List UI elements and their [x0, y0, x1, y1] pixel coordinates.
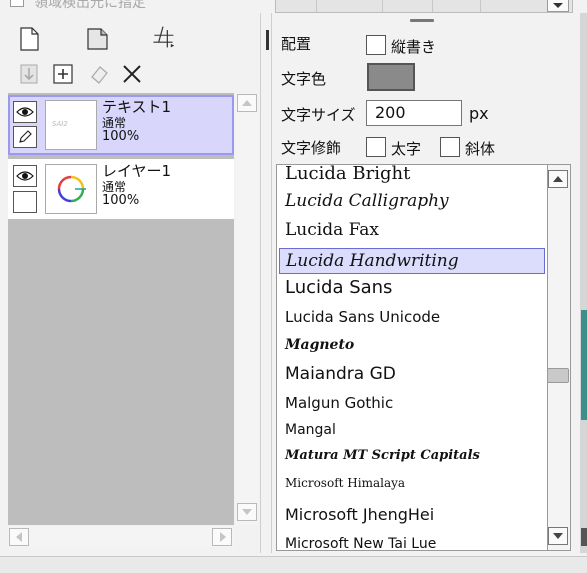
layer-visibility-toggle[interactable]: [13, 101, 37, 123]
placement-label: 配置: [281, 35, 312, 53]
font-item[interactable]: Lucida Sans Unicode: [279, 308, 545, 330]
vertical-writing-checkbox[interactable]: [366, 35, 386, 55]
layer-edit-toggle[interactable]: [13, 191, 37, 213]
text-color-label: 文字色: [281, 70, 327, 88]
scroll-right-button[interactable]: [212, 528, 232, 546]
color-wheel-thumbnail: [57, 175, 86, 203]
eye-icon: [16, 107, 34, 117]
selection-source-label: 領域検出元に指定: [34, 0, 146, 11]
layer-opacity: 100%: [102, 193, 140, 208]
font-item-selected[interactable]: Lucida Handwriting: [279, 248, 545, 274]
font-item[interactable]: Lucida Sans: [279, 277, 545, 303]
new-layer-icon[interactable]: [16, 27, 42, 51]
layer-name: レイヤー1: [102, 162, 172, 180]
font-list-scroll-thumb[interactable]: [547, 368, 569, 383]
clear-layer-icon[interactable]: [86, 62, 112, 86]
chevron-down-icon: [553, 3, 563, 8]
eye-icon: [16, 171, 34, 181]
bold-label: 太字: [391, 140, 422, 158]
font-item[interactable]: Maiandra GD: [279, 364, 545, 388]
layer-thumbnail: [45, 164, 97, 214]
panel-divider: [260, 13, 261, 553]
layer-list: SAI2 テキスト1 通常 100% レイヤー1 通常 100%: [8, 93, 234, 525]
vector-layer-icon[interactable]: [150, 25, 176, 49]
bottom-status-bar: [0, 556, 587, 573]
new-layer-set-icon[interactable]: [85, 27, 111, 51]
top-dropdown-button[interactable]: [547, 0, 569, 12]
italic-label: 斜体: [465, 140, 496, 158]
scroll-up-button[interactable]: [548, 170, 568, 188]
text-decoration-label: 文字修飾: [281, 139, 342, 157]
text-size-unit: px: [469, 104, 489, 123]
scroll-up-button[interactable]: [237, 94, 257, 112]
font-item[interactable]: Mangal: [279, 422, 545, 444]
panel-divider: [271, 13, 272, 553]
text-color-swatch[interactable]: [367, 63, 415, 91]
merge-down-icon[interactable]: [50, 62, 76, 86]
layer-edit-toggle[interactable]: [13, 126, 37, 148]
delete-layer-icon[interactable]: [119, 62, 145, 86]
font-item[interactable]: Lucida Fax: [279, 220, 545, 244]
scroll-down-button[interactable]: [548, 527, 568, 545]
layer-row-text1[interactable]: SAI2 テキスト1 通常 100%: [8, 95, 234, 155]
font-list-vscroll[interactable]: [548, 164, 571, 551]
font-item[interactable]: Microsoft Himalaya: [279, 476, 545, 496]
transfer-down-icon[interactable]: [16, 62, 42, 86]
panel-resize-grip[interactable]: [266, 30, 269, 50]
font-item[interactable]: Lucida Bright: [279, 165, 545, 187]
top-right-bar: [275, 0, 573, 13]
layer-opacity: 100%: [102, 129, 140, 144]
right-edge-button[interactable]: [581, 528, 587, 546]
vertical-writing-label: 縦書き: [391, 38, 437, 56]
scroll-left-button[interactable]: [9, 528, 29, 546]
italic-checkbox[interactable]: [440, 137, 460, 157]
font-item[interactable]: Malgun Gothic: [279, 394, 545, 416]
layer-row-layer1[interactable]: レイヤー1 通常 100%: [8, 159, 234, 219]
selection-source-checkbox[interactable]: [10, 0, 24, 7]
layer-thumbnail: SAI2: [45, 100, 97, 150]
font-item[interactable]: Microsoft New Tai Lue: [279, 536, 545, 550]
font-list[interactable]: Lucida Bright Lucida Calligraphy Lucida …: [276, 164, 548, 551]
layer-thumbnail-text: SAI2: [52, 120, 68, 128]
font-item[interactable]: Microsoft JhengHei: [279, 505, 545, 529]
panel-resize-grip[interactable]: [410, 19, 434, 22]
font-item[interactable]: Matura MT Script Capitals: [279, 448, 545, 470]
scroll-down-button[interactable]: [237, 503, 257, 521]
font-item[interactable]: Magneto: [279, 337, 545, 359]
bold-checkbox[interactable]: [366, 137, 386, 157]
font-item[interactable]: Lucida Calligraphy: [279, 191, 545, 215]
text-size-label: 文字サイズ: [281, 106, 356, 124]
pencil-icon: [19, 130, 32, 143]
layer-name: テキスト1: [102, 98, 172, 116]
text-size-input[interactable]: 200: [366, 100, 462, 126]
layer-list-hscroll[interactable]: [8, 527, 234, 547]
right-edge-strip: [580, 13, 587, 553]
layer-list-vscroll[interactable]: [236, 93, 258, 525]
right-edge-accent[interactable]: [581, 310, 587, 420]
layer-visibility-toggle[interactable]: [13, 165, 37, 187]
